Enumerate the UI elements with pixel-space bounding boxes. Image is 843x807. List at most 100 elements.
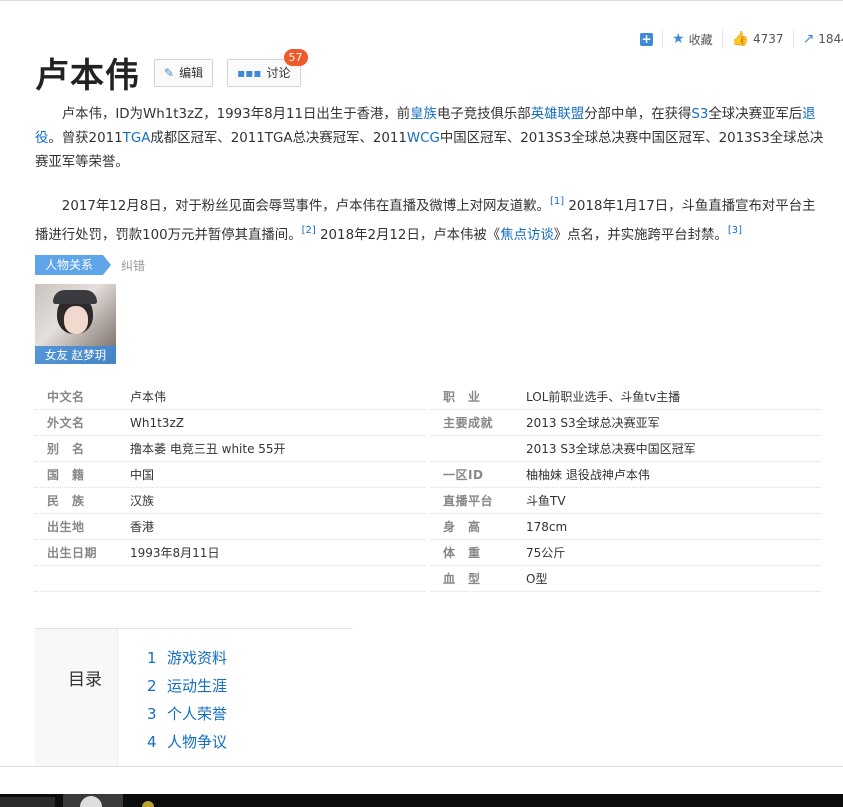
link-royal-club[interactable]: 皇族 [410,107,437,122]
info-value: 75公斤 [526,546,566,560]
info-row: 职 业 LOL前职业选手、斗鱼tv主播 [431,384,821,410]
relation-card-girlfriend[interactable]: 女友 赵梦玥 [35,284,116,364]
info-key: 国 籍 [47,468,85,482]
info-key: 一区ID [443,468,484,482]
toc-item-label: 个人荣誉 [167,705,228,723]
add-button[interactable]: + [640,30,662,48]
summary-paragraph-2: 2017年12月8日，对于粉丝见面会辱骂事件，卢本伟在直播及微博上对网友道歉。[… [35,190,827,248]
title-row: 卢本伟 ✎ 编辑 ▪▪▪ 讨论 57 [35,48,308,97]
relation-card-label: 女友 赵梦玥 [35,346,116,364]
info-row: 中文名 卢本伟 [35,384,425,410]
taskbar-slot[interactable] [0,797,55,807]
tab-relations[interactable]: 人物关系 [35,255,112,275]
photo-face [64,306,88,334]
info-key: 中文名 [47,390,85,404]
info-row: 别 名 撸本萎 电竞三丑 white 55开 [35,436,425,462]
info-key: 出生日期 [47,546,98,560]
os-taskbar [0,794,843,807]
link-lol[interactable]: 英雄联盟 [531,107,585,122]
page-title: 卢本伟 [35,56,140,96]
text: 。曾获2011 [48,131,123,146]
edit-button[interactable]: ✎ 编辑 [154,58,214,87]
info-value: 柚柚妹 退役战神卢本伟 [526,468,650,482]
app-icon[interactable] [142,801,154,807]
info-row: 一区ID 柚柚妹 退役战神卢本伟 [431,462,821,488]
text: 成都区冠军、2011TGA总决赛冠军、2011 [150,131,407,146]
share-button[interactable]: ↗ 1844 [792,30,843,48]
info-key: 外文名 [47,416,85,430]
info-row: 身 高 178cm [431,514,821,540]
info-value: O型 [526,572,548,586]
info-row: 国 籍 中国 [35,462,425,488]
toc-item-label: 游戏资料 [167,649,228,667]
info-value: 1993年8月11日 [130,546,220,560]
like-count: 4737 [753,32,784,46]
info-key: 职 业 [443,390,481,404]
ref-2[interactable]: [2] [302,225,316,236]
share-count: 1844 [818,32,843,46]
info-key: 别 名 [47,442,85,456]
toc-item[interactable]: 4 人物争议 [147,732,227,760]
page-bottom-gap [0,766,843,794]
ref-1[interactable]: [1] [550,196,564,207]
link-focus-interview[interactable]: 焦点访谈 [500,228,554,243]
info-key: 血 型 [443,572,481,586]
info-value: 中国 [130,468,155,482]
error-correction-link[interactable]: 纠错 [121,257,145,274]
info-value: LOL前职业选手、斗鱼tv主播 [526,390,681,404]
toc-item-label: 运动生涯 [167,677,228,695]
text: 全球决赛亚军后 [708,107,803,122]
info-key: 民 族 [47,494,85,508]
toc-side: 目录 [35,629,118,769]
thumbs-up-icon: 👍 [731,31,750,47]
info-value: 汉族 [130,494,155,508]
info-value: 2013 S3全球总决赛亚军 [526,416,660,430]
info-column-right: 职 业 LOL前职业选手、斗鱼tv主播主要成就 2013 S3全球总决赛亚军 2013… [431,384,821,592]
toc-item-label: 人物争议 [167,733,228,751]
toc-item[interactable]: 3 个人荣誉 [147,704,227,732]
discuss-label: 讨论 [266,66,291,80]
favorite-button[interactable]: ★ 收藏 [662,30,722,48]
pencil-icon: ✎ [164,65,175,80]
link-tga[interactable]: TGA [123,131,151,146]
info-row: 血 型 O型 [431,566,821,592]
action-bar: + ★ 收藏 👍 4737 ↗ 1844 [640,30,843,48]
info-value: 香港 [130,520,155,534]
info-row: 出生日期 1993年8月11日 [35,540,425,566]
toc-title: 目录 [68,670,102,690]
toc-item[interactable]: 2 运动生涯 [147,676,227,704]
info-value: 斗鱼TV [526,494,566,508]
share-icon: ↗ [802,31,815,47]
link-s3[interactable]: S3 [691,107,708,122]
link-wcg[interactable]: WCG [407,131,440,146]
toc-item-number: 2 [147,677,157,695]
info-value: 178cm [526,519,568,534]
like-button[interactable]: 👍 4737 [721,30,793,48]
summary-paragraph-1: 卢本伟，ID为Wh1t3zZ，1993年8月11日出生于香港，前皇族电子竞技俱乐… [35,103,827,175]
relations-tabs: 人物关系 纠错 [35,255,145,275]
discuss-count-badge: 57 [283,48,308,66]
info-key: 主要成就 [443,416,494,430]
info-row: 体 重 75公斤 [431,540,821,566]
toc-item-number: 4 [147,733,157,751]
info-value: Wh1t3zZ [130,415,184,430]
table-of-contents: 目录 1 游戏资料 2 运动生涯 3 个人荣誉 4 人物争议 [35,628,353,769]
info-value: 撸本萎 电竞三丑 white 55开 [130,442,286,456]
text: 2017年12月8日，对于粉丝见面会辱骂事件，卢本伟在直播及微博上对网友道歉。 [61,199,550,214]
info-row: 出生地 香港 [35,514,425,540]
top-border [0,0,843,3]
toc-item-number: 1 [147,649,157,667]
toc-item[interactable]: 1 游戏资料 [147,648,227,676]
text: 》点名，并实施跨平台封禁。 [553,228,728,243]
plus-icon: + [640,31,653,46]
info-row: 外文名 Wh1t3zZ [35,410,425,436]
text: 分部中单，在获得 [584,107,692,122]
info-row [35,566,425,592]
edit-label: 编辑 [179,66,204,80]
info-value: 2013 S3全球总决赛中国区冠军 [526,442,696,456]
text: 卢本伟，ID为Wh1t3zZ，1993年8月11日出生于香港，前 [61,107,411,122]
chat-icon: ▪▪▪ [237,65,262,80]
info-key: 直播平台 [443,494,494,508]
discuss-button[interactable]: ▪▪▪ 讨论 57 [227,48,308,87]
ref-3[interactable]: [3] [728,225,742,236]
